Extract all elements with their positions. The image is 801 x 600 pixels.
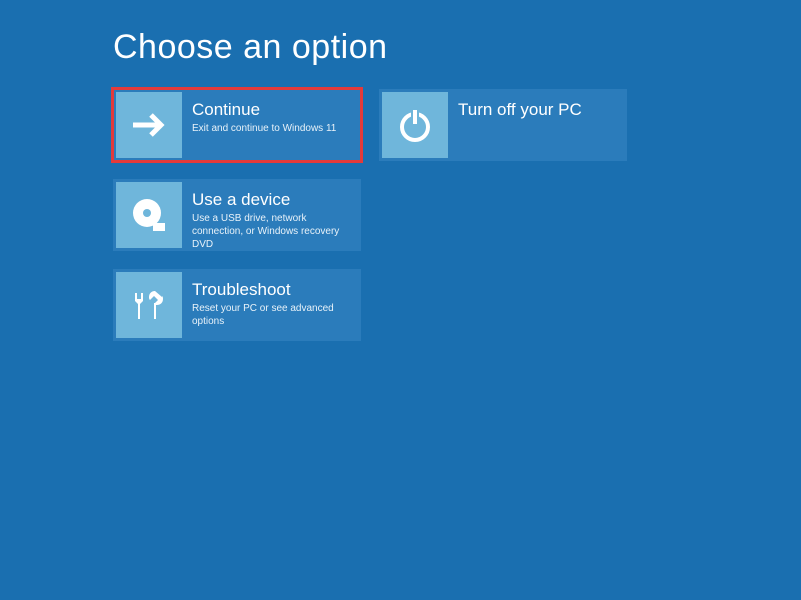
continue-tile[interactable]: Continue Exit and continue to Windows 11: [113, 89, 361, 161]
troubleshoot-tile-text: Troubleshoot Reset your PC or see advanc…: [182, 272, 358, 338]
continue-tile-text: Continue Exit and continue to Windows 11: [182, 92, 344, 158]
page-title: Choose an option: [113, 28, 801, 67]
troubleshoot-title: Troubleshoot: [192, 280, 350, 300]
tools-icon: [116, 272, 182, 338]
disc-device-icon: [116, 182, 182, 248]
use-device-tile-text: Use a device Use a USB drive, network co…: [182, 182, 358, 248]
use-device-title: Use a device: [192, 190, 350, 210]
use-device-tile[interactable]: Use a device Use a USB drive, network co…: [113, 179, 361, 251]
troubleshoot-desc: Reset your PC or see advanced options: [192, 302, 350, 328]
power-icon: [382, 92, 448, 158]
arrow-right-icon: [116, 92, 182, 158]
troubleshoot-tile[interactable]: Troubleshoot Reset your PC or see advanc…: [113, 269, 361, 341]
turn-off-tile-text: Turn off your PC: [448, 92, 590, 158]
continue-desc: Exit and continue to Windows 11: [192, 122, 336, 135]
use-device-desc: Use a USB drive, network connection, or …: [192, 212, 350, 251]
options-grid: Continue Exit and continue to Windows 11…: [113, 89, 801, 341]
turn-off-tile[interactable]: Turn off your PC: [379, 89, 627, 161]
options-column-left: Continue Exit and continue to Windows 11…: [113, 89, 361, 341]
recovery-options-screen: Choose an option Continue Exit and conti…: [0, 0, 801, 341]
continue-title: Continue: [192, 100, 336, 120]
options-column-right: Turn off your PC: [379, 89, 627, 341]
turn-off-title: Turn off your PC: [458, 100, 582, 120]
